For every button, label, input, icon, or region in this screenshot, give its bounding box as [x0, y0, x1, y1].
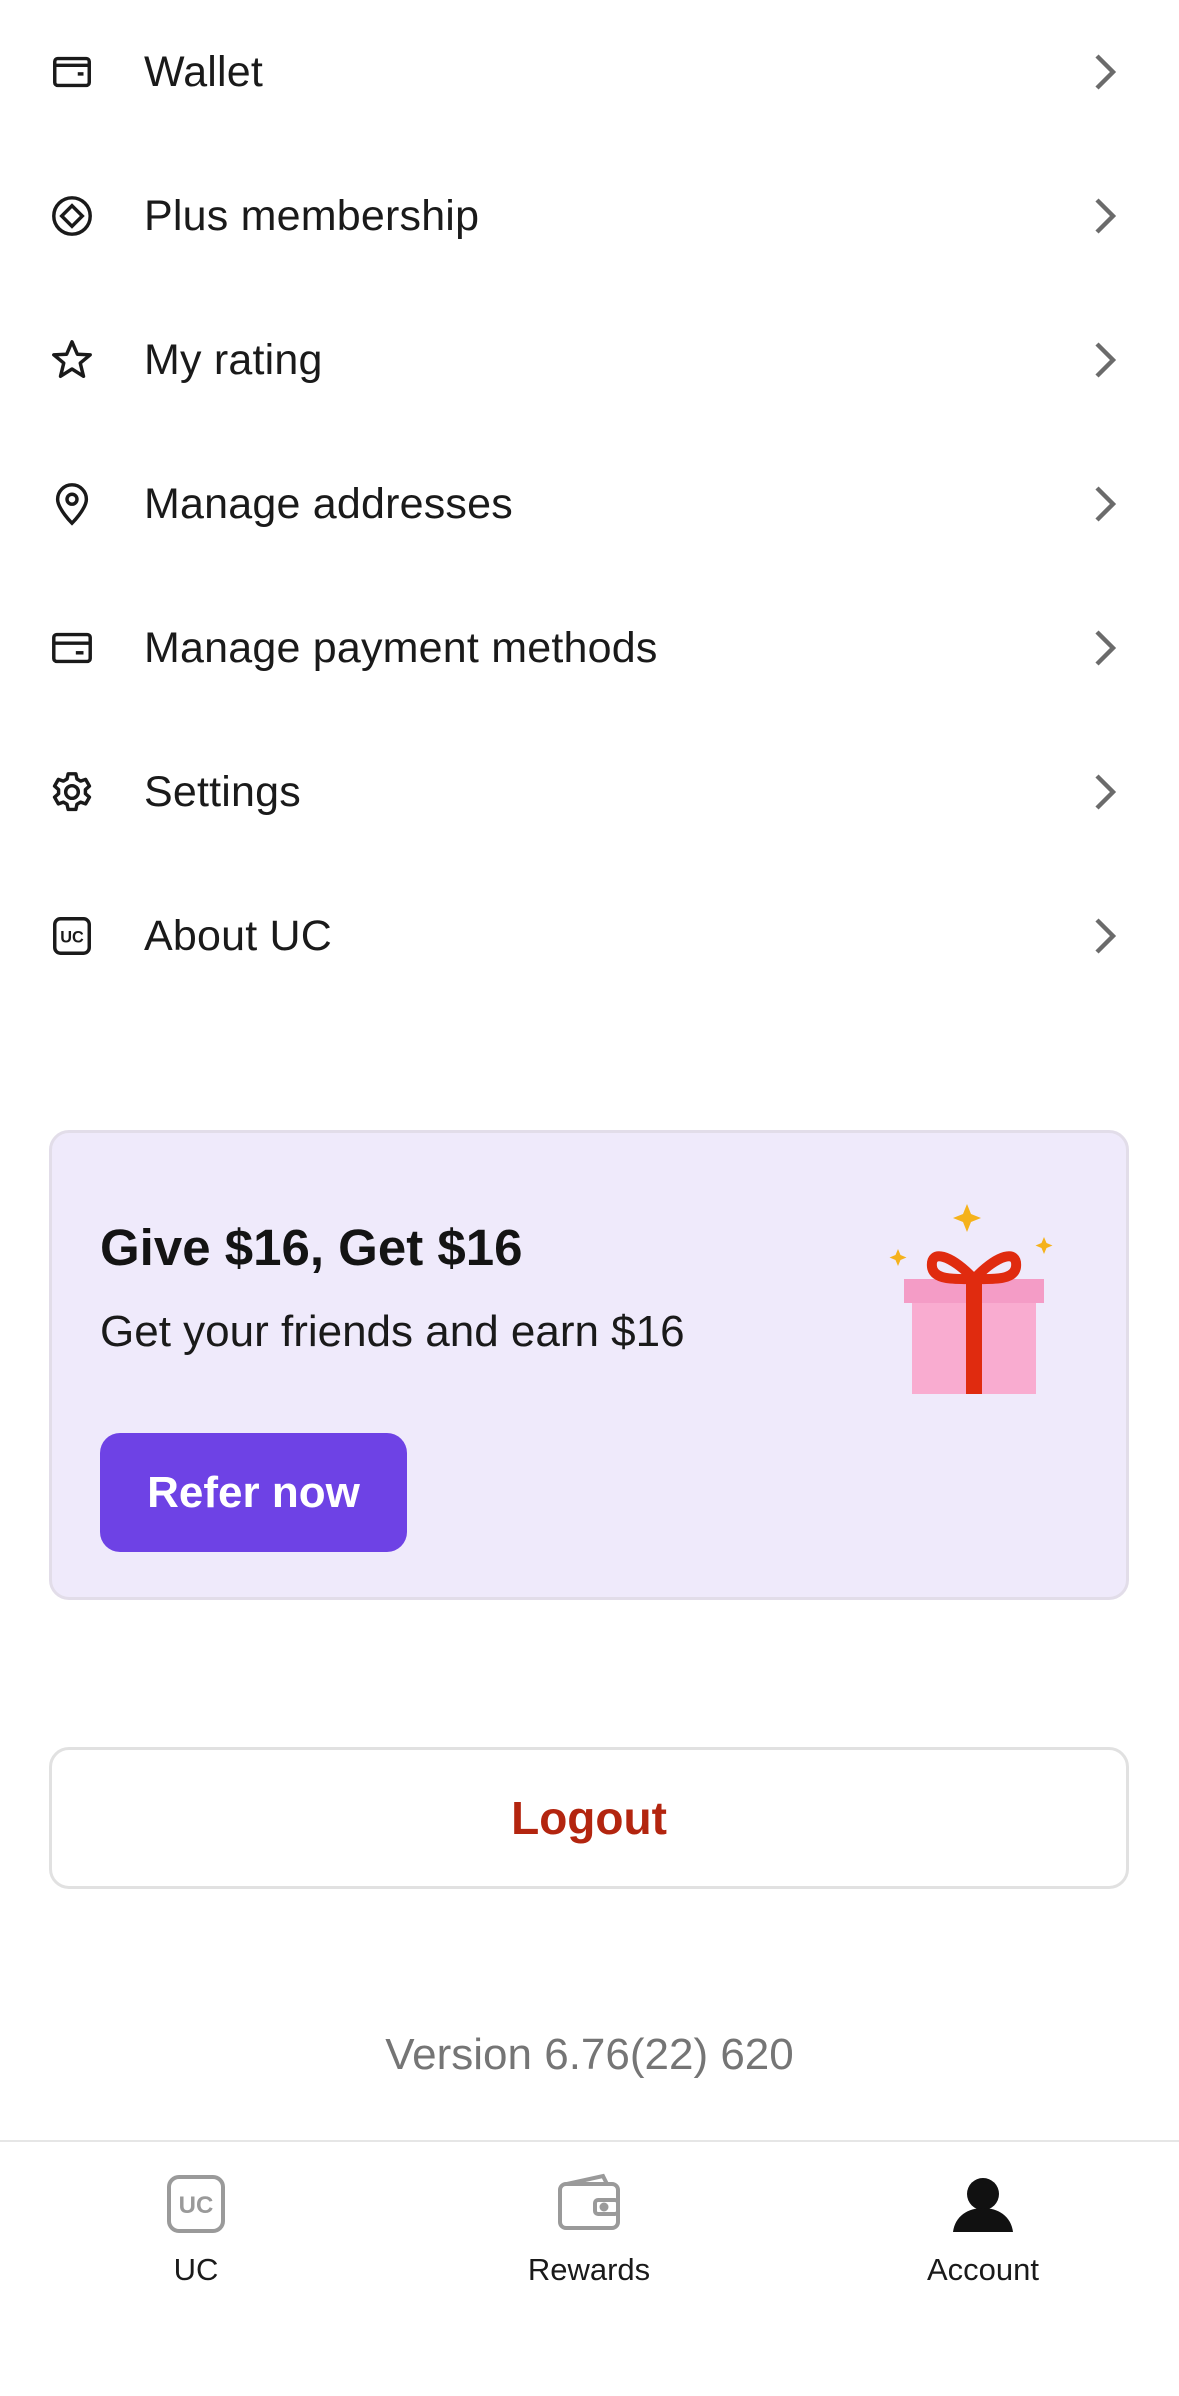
gear-icon: [49, 769, 95, 815]
wallet-icon: [557, 2172, 621, 2236]
uc-logo-icon: UC: [49, 913, 95, 959]
tab-rewards[interactable]: Rewards: [459, 2172, 719, 2302]
tab-label: Rewards: [527, 2252, 651, 2287]
chevron-right-icon: [1090, 337, 1120, 383]
menu-item-settings[interactable]: Settings: [0, 720, 1179, 864]
tab-account[interactable]: Account: [853, 2172, 1113, 2302]
chevron-right-icon: [1090, 49, 1120, 95]
plus-membership-icon: [49, 193, 95, 239]
tab-uc[interactable]: UC UC: [66, 2172, 326, 2302]
gift-icon: [880, 1179, 1070, 1399]
menu-item-label: Settings: [144, 767, 301, 816]
menu-item-manage-payment-methods[interactable]: Manage payment methods: [0, 576, 1179, 720]
chevron-right-icon: [1090, 769, 1120, 815]
star-icon: [49, 337, 95, 383]
chevron-right-icon: [1090, 481, 1120, 527]
menu-item-label: Plus membership: [144, 191, 480, 240]
logout-button[interactable]: Logout: [49, 1747, 1129, 1889]
referral-title: Give $16, Get $16: [100, 1219, 523, 1276]
user-icon: [951, 2172, 1015, 2236]
menu-item-manage-addresses[interactable]: Manage addresses: [0, 432, 1179, 576]
card-icon: [49, 625, 95, 671]
chevron-right-icon: [1090, 625, 1120, 671]
menu-item-label: Wallet: [144, 47, 264, 96]
tab-label: UC: [173, 2252, 219, 2287]
referral-subtitle: Get your friends and earn $16: [100, 1307, 685, 1356]
app-version: Version 6.76(22) 620: [385, 2030, 794, 2079]
menu-item-about-uc[interactable]: UC About UC: [0, 864, 1179, 1008]
refer-now-button[interactable]: Refer now: [100, 1433, 407, 1552]
tab-label: Account: [926, 2252, 1039, 2287]
menu-item-label: My rating: [144, 335, 323, 384]
bottom-navigation: UC UC Rewards Account: [0, 2140, 1179, 2396]
referral-card: Give $16, Get $16 Get your friends and e…: [49, 1130, 1129, 1600]
menu-item-my-rating[interactable]: My rating: [0, 288, 1179, 432]
location-pin-icon: [49, 481, 95, 527]
chevron-right-icon: [1090, 193, 1120, 239]
svg-text:UC: UC: [179, 2192, 214, 2219]
wallet-icon: [49, 49, 95, 95]
menu-item-label: Manage payment methods: [144, 623, 658, 672]
menu-item-wallet[interactable]: Wallet: [0, 0, 1179, 144]
menu-item-label: Manage addresses: [144, 479, 513, 528]
uc-logo-icon: UC: [164, 2172, 228, 2236]
svg-text:UC: UC: [60, 929, 84, 947]
account-page: Wallet Plus membership My rating Manage …: [0, 0, 1179, 2396]
chevron-right-icon: [1090, 913, 1120, 959]
menu-item-plus-membership[interactable]: Plus membership: [0, 144, 1179, 288]
account-menu: Wallet Plus membership My rating Manage …: [0, 0, 1179, 1008]
menu-item-label: About UC: [144, 911, 333, 960]
